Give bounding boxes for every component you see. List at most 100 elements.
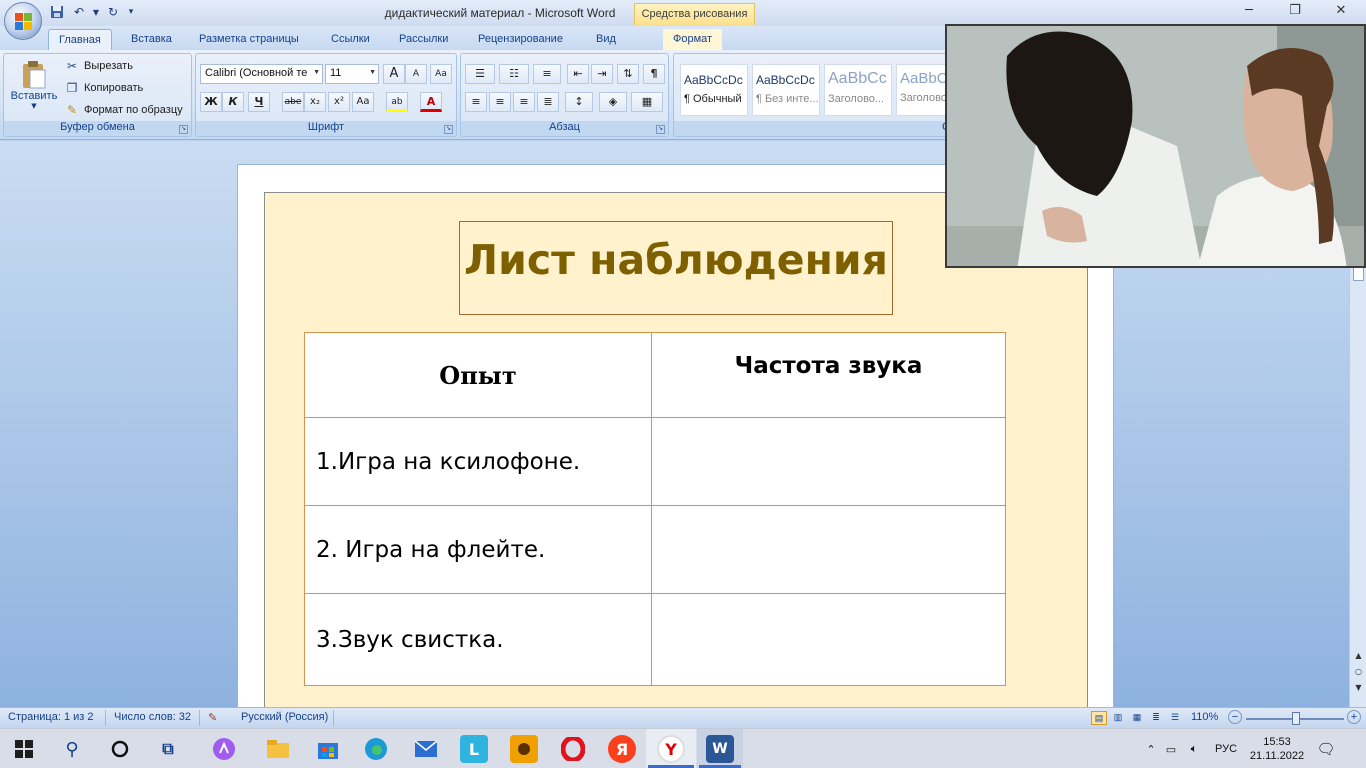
- table-cell[interactable]: 1.Игра на ксилофоне.: [304, 417, 652, 506]
- web-layout-icon[interactable]: ▦: [1129, 711, 1145, 725]
- dialog-launcher-icon[interactable]: ↘: [656, 125, 665, 134]
- mail-icon[interactable]: [412, 735, 440, 763]
- start-button[interactable]: [10, 735, 38, 763]
- minimize-button[interactable]: ─: [1226, 3, 1272, 23]
- close-button[interactable]: ✕: [1318, 3, 1364, 23]
- cortana-icon[interactable]: [106, 735, 134, 763]
- dialog-launcher-icon[interactable]: ↘: [179, 125, 188, 134]
- font-color-button[interactable]: A: [420, 92, 442, 112]
- shrink-font-button[interactable]: A: [405, 64, 427, 84]
- notifications-icon[interactable]: 🗨︎: [1308, 740, 1344, 758]
- paste-button[interactable]: Вставить ▼: [8, 56, 60, 118]
- paste-dropdown-icon[interactable]: ▼: [8, 102, 60, 110]
- zoom-slider[interactable]: [1246, 712, 1344, 725]
- zoom-slider-thumb[interactable]: [1292, 712, 1301, 725]
- language-status[interactable]: Русский (Россия): [241, 711, 328, 723]
- page-count-status[interactable]: Страница: 1 из 2: [8, 711, 94, 723]
- heading-text-box[interactable]: Лист наблюдения: [459, 221, 893, 315]
- table-cell[interactable]: 3.Звук свистка.: [304, 593, 652, 686]
- font-size-select[interactable]: 11 ▼: [325, 64, 379, 84]
- numbering-button[interactable]: ☷: [499, 64, 529, 84]
- search-icon[interactable]: ⚲: [58, 735, 86, 763]
- select-browse-object-icon[interactable]: ○: [1352, 665, 1365, 679]
- clock[interactable]: 15:53 21.11.2022: [1246, 735, 1308, 763]
- zoom-in-icon[interactable]: +: [1347, 710, 1361, 724]
- highlight-button[interactable]: ab: [386, 92, 408, 112]
- show-marks-button[interactable]: ¶: [643, 64, 665, 84]
- prev-page-icon[interactable]: ▲: [1352, 649, 1365, 663]
- tab-mailings[interactable]: Рассылки: [389, 29, 458, 50]
- tab-page-layout[interactable]: Разметка страницы: [189, 29, 309, 50]
- yandex-browser-icon[interactable]: Y: [657, 735, 685, 763]
- table-cell[interactable]: [651, 505, 1006, 594]
- tab-home[interactable]: Главная: [48, 29, 112, 50]
- network-icon[interactable]: ▭: [1160, 743, 1182, 756]
- decrease-indent-button[interactable]: ⇤: [567, 64, 589, 84]
- borders-button[interactable]: ▦: [631, 92, 663, 112]
- draft-icon[interactable]: ☰: [1167, 711, 1183, 725]
- office-button[interactable]: [4, 2, 42, 40]
- superscript-button[interactable]: x²: [328, 92, 350, 112]
- store-icon[interactable]: [314, 735, 342, 763]
- cut-button[interactable]: ✂ Вырезать: [64, 56, 133, 76]
- yandex-icon[interactable]: Я: [608, 735, 636, 763]
- align-left-button[interactable]: ≡: [465, 92, 487, 112]
- table-header-cell[interactable]: Опыт: [304, 332, 652, 418]
- copy-button[interactable]: ❐ Копировать: [64, 78, 144, 98]
- full-screen-reading-icon[interactable]: ▥: [1110, 711, 1126, 725]
- font-name-select[interactable]: Calibri (Основной те ▼: [200, 64, 323, 84]
- sort-button[interactable]: ⇅: [617, 64, 639, 84]
- bold-button[interactable]: Ж: [200, 92, 222, 112]
- zoom-level[interactable]: 110%: [1191, 711, 1218, 723]
- strikethrough-button[interactable]: abe: [282, 92, 304, 112]
- increase-indent-button[interactable]: ⇥: [591, 64, 613, 84]
- subscript-button[interactable]: x₂: [304, 92, 326, 112]
- clear-formatting-button[interactable]: Aa: [430, 64, 452, 84]
- video-overlay[interactable]: [945, 24, 1366, 268]
- next-page-icon[interactable]: ▼: [1352, 681, 1365, 695]
- table-cell[interactable]: [651, 593, 1006, 686]
- grow-font-button[interactable]: A: [383, 64, 405, 84]
- show-hidden-icons-icon[interactable]: ⌃: [1142, 743, 1160, 756]
- observation-table[interactable]: Опыт Частота звука 1.Игра на ксилофоне. …: [304, 332, 1006, 686]
- tab-insert[interactable]: Вставка: [121, 29, 182, 50]
- multilevel-list-button[interactable]: ≡: [533, 64, 561, 84]
- style-heading-1[interactable]: AaBbCc Заголово...: [824, 64, 892, 116]
- lingualeo-icon[interactable]: L: [460, 735, 488, 763]
- style-no-spacing[interactable]: AaBbCcDc ¶ Без инте...: [752, 64, 820, 116]
- word-count-status[interactable]: Число слов: 32: [114, 711, 191, 723]
- print-layout-icon[interactable]: ▤: [1091, 711, 1107, 725]
- drawing-shape[interactable]: Лист наблюдения Опыт Частота звука 1.Игр…: [264, 192, 1088, 732]
- table-header-cell[interactable]: Частота звука: [651, 332, 1006, 418]
- proofing-icon[interactable]: ✎: [208, 711, 217, 724]
- align-right-button[interactable]: ≡: [513, 92, 535, 112]
- task-view-icon[interactable]: ⧉: [154, 735, 182, 763]
- scroll-thumb[interactable]: [1353, 267, 1364, 281]
- file-explorer-icon[interactable]: [264, 735, 292, 763]
- tab-references[interactable]: Ссылки: [321, 29, 380, 50]
- volume-icon[interactable]: 🔈︎: [1182, 743, 1206, 756]
- style-normal[interactable]: AaBbCcDc ¶ Обычный: [680, 64, 748, 116]
- table-cell[interactable]: 2. Игра на флейте.: [304, 505, 652, 594]
- zoom-out-icon[interactable]: −: [1228, 710, 1242, 724]
- underline-button[interactable]: Ч: [248, 92, 270, 112]
- bullets-button[interactable]: ☰: [465, 64, 495, 84]
- align-center-button[interactable]: ≡: [489, 92, 511, 112]
- justify-button[interactable]: ≣: [537, 92, 559, 112]
- change-case-button[interactable]: Aa: [352, 92, 374, 112]
- app-icon[interactable]: [510, 735, 538, 763]
- word-icon[interactable]: W: [706, 735, 734, 763]
- italic-button[interactable]: К: [222, 92, 244, 112]
- maximize-button[interactable]: ❐: [1272, 3, 1318, 23]
- tab-review[interactable]: Рецензирование: [468, 29, 573, 50]
- shading-button[interactable]: ◈: [599, 92, 627, 112]
- line-spacing-button[interactable]: ↕: [565, 92, 593, 112]
- edge-browser-icon[interactable]: [362, 735, 390, 763]
- dialog-launcher-icon[interactable]: ↘: [444, 125, 453, 134]
- opera-icon[interactable]: [559, 735, 587, 763]
- tab-format[interactable]: Формат: [663, 29, 723, 50]
- language-indicator[interactable]: РУС: [1206, 743, 1246, 755]
- tab-view[interactable]: Вид: [586, 29, 626, 50]
- format-painter-button[interactable]: ✎ Формат по образцу: [64, 100, 183, 120]
- alice-icon[interactable]: [210, 735, 238, 763]
